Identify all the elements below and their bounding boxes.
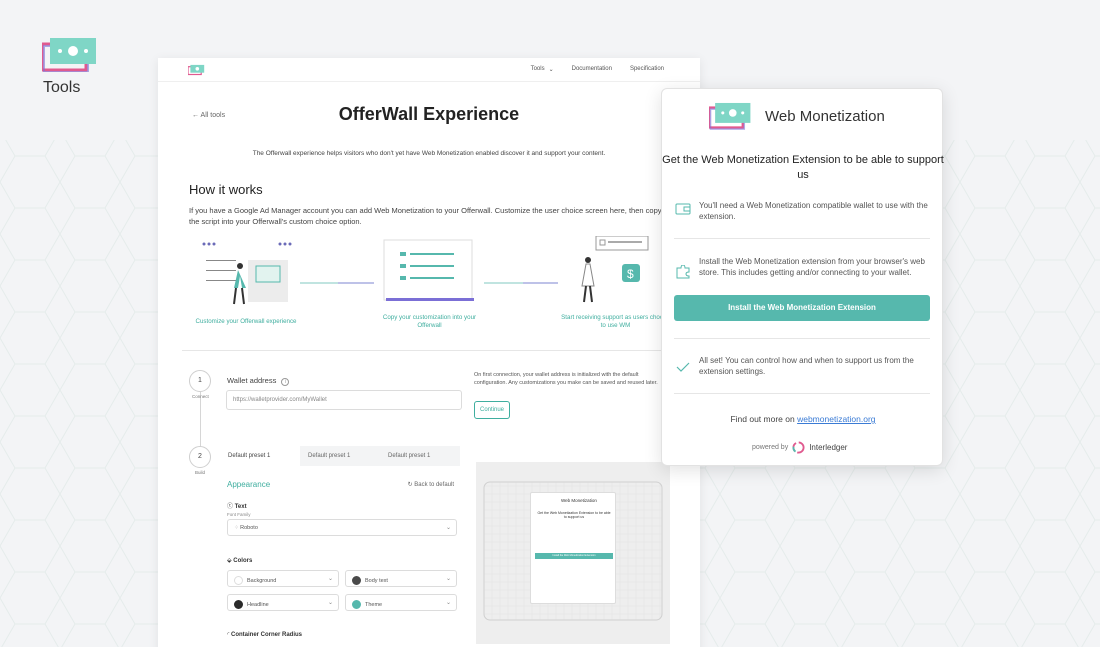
page-title: OfferWall Experience xyxy=(338,104,520,124)
step-caption-support: Start receiving support as users choose … xyxy=(561,314,670,329)
popup-step-install: Install the Web Monetization extension f… xyxy=(699,257,925,277)
popup-divider xyxy=(674,338,930,339)
support-illustration: $ xyxy=(581,236,649,303)
step-caption-copy: Copy your customization into your Offerw… xyxy=(382,314,477,329)
chevron-down-icon: ⌄ xyxy=(548,67,554,73)
page-intro: The Offerwall experience helps visitors … xyxy=(252,150,606,157)
preview-popup-title: Web Monetization xyxy=(561,498,597,503)
preview-popup: Web Monetization Get the Web Monetizatio… xyxy=(530,492,616,604)
chevron-down-icon: ⌄ xyxy=(445,576,451,582)
text-icon: ⓣ xyxy=(227,504,234,510)
tab-preset-3[interactable]: Default preset 1 xyxy=(380,446,460,466)
steps-connector-line xyxy=(200,392,201,448)
step-caption-customize: Customize your Offerwall experience xyxy=(195,318,297,325)
nav-documentation[interactable]: Documentation xyxy=(572,66,612,73)
wm-extension-popup: Web Monetization Get the Web Monetizatio… xyxy=(661,88,944,466)
preview-install-button: Install the Web Monetization Extension xyxy=(535,553,613,559)
corner-icon: ◜ xyxy=(227,632,230,638)
step-1-label: Connect xyxy=(192,394,209,399)
theme-color-select[interactable]: Theme ⌄ xyxy=(345,594,457,611)
find-out-more: Find out more on webmonetization.org xyxy=(730,414,876,424)
tool-page-panel: Tools ⌄ Documentation Specification ← Al… xyxy=(158,58,700,647)
appearance-config: Appearance ↻ Back to default ⓣ Text Font… xyxy=(220,466,462,647)
wm-small-logo-icon[interactable] xyxy=(188,64,206,76)
popup-divider xyxy=(674,393,930,394)
step-2-circle: 2 xyxy=(189,446,211,468)
background-color-select[interactable]: Background ⌄ xyxy=(227,570,339,587)
color-swatch xyxy=(352,600,361,609)
step-2-label: Build xyxy=(195,470,206,475)
font-family-select[interactable]: ⁘ Roboto ⌄ xyxy=(227,519,457,536)
customize-illustration xyxy=(202,242,292,305)
popup-heading: Get the Web Monetization Extension to be… xyxy=(662,154,944,181)
how-it-works-illustration: $ xyxy=(202,236,649,305)
interledger-logo-icon xyxy=(792,441,805,454)
popup-step-wallet: You'll need a Web Monetization compatibl… xyxy=(699,201,928,221)
reset-icon: ↻ xyxy=(407,482,413,488)
nav-links: Tools ⌄ Documentation Specification xyxy=(531,66,664,73)
text-section-label: ⓣ Text xyxy=(227,504,247,510)
popup-divider xyxy=(674,238,930,239)
nav-specification[interactable]: Specification xyxy=(630,66,664,73)
wm-logo-icon xyxy=(709,102,751,130)
chevron-down-icon: ⌄ xyxy=(445,525,451,531)
color-swatch xyxy=(234,600,243,609)
wallet-address-input[interactable]: https://walletprovider.com/MyWallet xyxy=(226,390,462,410)
font-family-label: Font Family xyxy=(227,512,251,517)
tab-preset-2[interactable]: Default preset 1 xyxy=(300,446,380,466)
preset-tabs: Default preset 1 Default preset 1 Defaul… xyxy=(220,446,460,466)
powered-by: powered by Interledger xyxy=(752,441,848,454)
puzzle-icon xyxy=(676,265,690,279)
copy-illustration xyxy=(383,239,474,301)
section-divider xyxy=(182,350,700,351)
color-swatch xyxy=(352,576,361,585)
headline-color-select[interactable]: Headline ⌄ xyxy=(227,594,339,611)
appearance-title: Appearance xyxy=(227,480,271,489)
colors-section-label: ⬙ Colors xyxy=(227,558,253,564)
tab-preset-1[interactable]: Default preset 1 xyxy=(220,446,300,466)
wallet-address-label: Wallet address i xyxy=(227,376,290,386)
webmonetization-link[interactable]: webmonetization.org xyxy=(797,414,875,424)
wallet-icon xyxy=(675,203,691,215)
nav-tools[interactable]: Tools xyxy=(531,66,545,73)
color-swatch xyxy=(234,576,243,585)
back-to-default-link[interactable]: ↻ Back to default xyxy=(408,481,454,488)
preview-area: Web Monetization Get the Web Monetizatio… xyxy=(476,462,670,644)
how-it-works-title: How it works xyxy=(189,182,263,197)
chevron-down-icon: ⌄ xyxy=(327,600,333,606)
connection-note: On first connection, your wallet address… xyxy=(474,372,658,386)
preview-popup-heading: Get the Web Monetization Extension to be… xyxy=(537,511,611,519)
top-navbar: Tools ⌄ Documentation Specification xyxy=(158,58,700,82)
step-1-circle: 1 xyxy=(189,370,211,392)
svg-text:$: $ xyxy=(627,267,634,281)
checkmark-icon xyxy=(676,362,690,372)
corner-radius-label: ◜ Container Corner Radius xyxy=(227,632,303,638)
how-it-works-text: If you have a Google Ad Manager account … xyxy=(189,206,662,226)
continue-button[interactable]: Continue xyxy=(474,401,510,419)
install-extension-button[interactable]: Install the Web Monetization Extension xyxy=(674,295,930,321)
popup-step-done: All set! You can control how and when to… xyxy=(699,356,914,376)
popup-title: Web Monetization xyxy=(765,108,885,125)
body-text-color-select[interactable]: Body text ⌄ xyxy=(345,570,457,587)
brand-label: Tools xyxy=(43,79,81,96)
wm-logo-icon xyxy=(42,38,96,72)
info-icon[interactable]: i xyxy=(281,378,290,386)
chevron-down-icon: ⌄ xyxy=(327,576,333,582)
chevron-down-icon: ⌄ xyxy=(445,600,451,606)
paint-bucket-icon: ⬙ xyxy=(227,558,232,564)
grid-icon: ⁘ xyxy=(234,525,239,531)
